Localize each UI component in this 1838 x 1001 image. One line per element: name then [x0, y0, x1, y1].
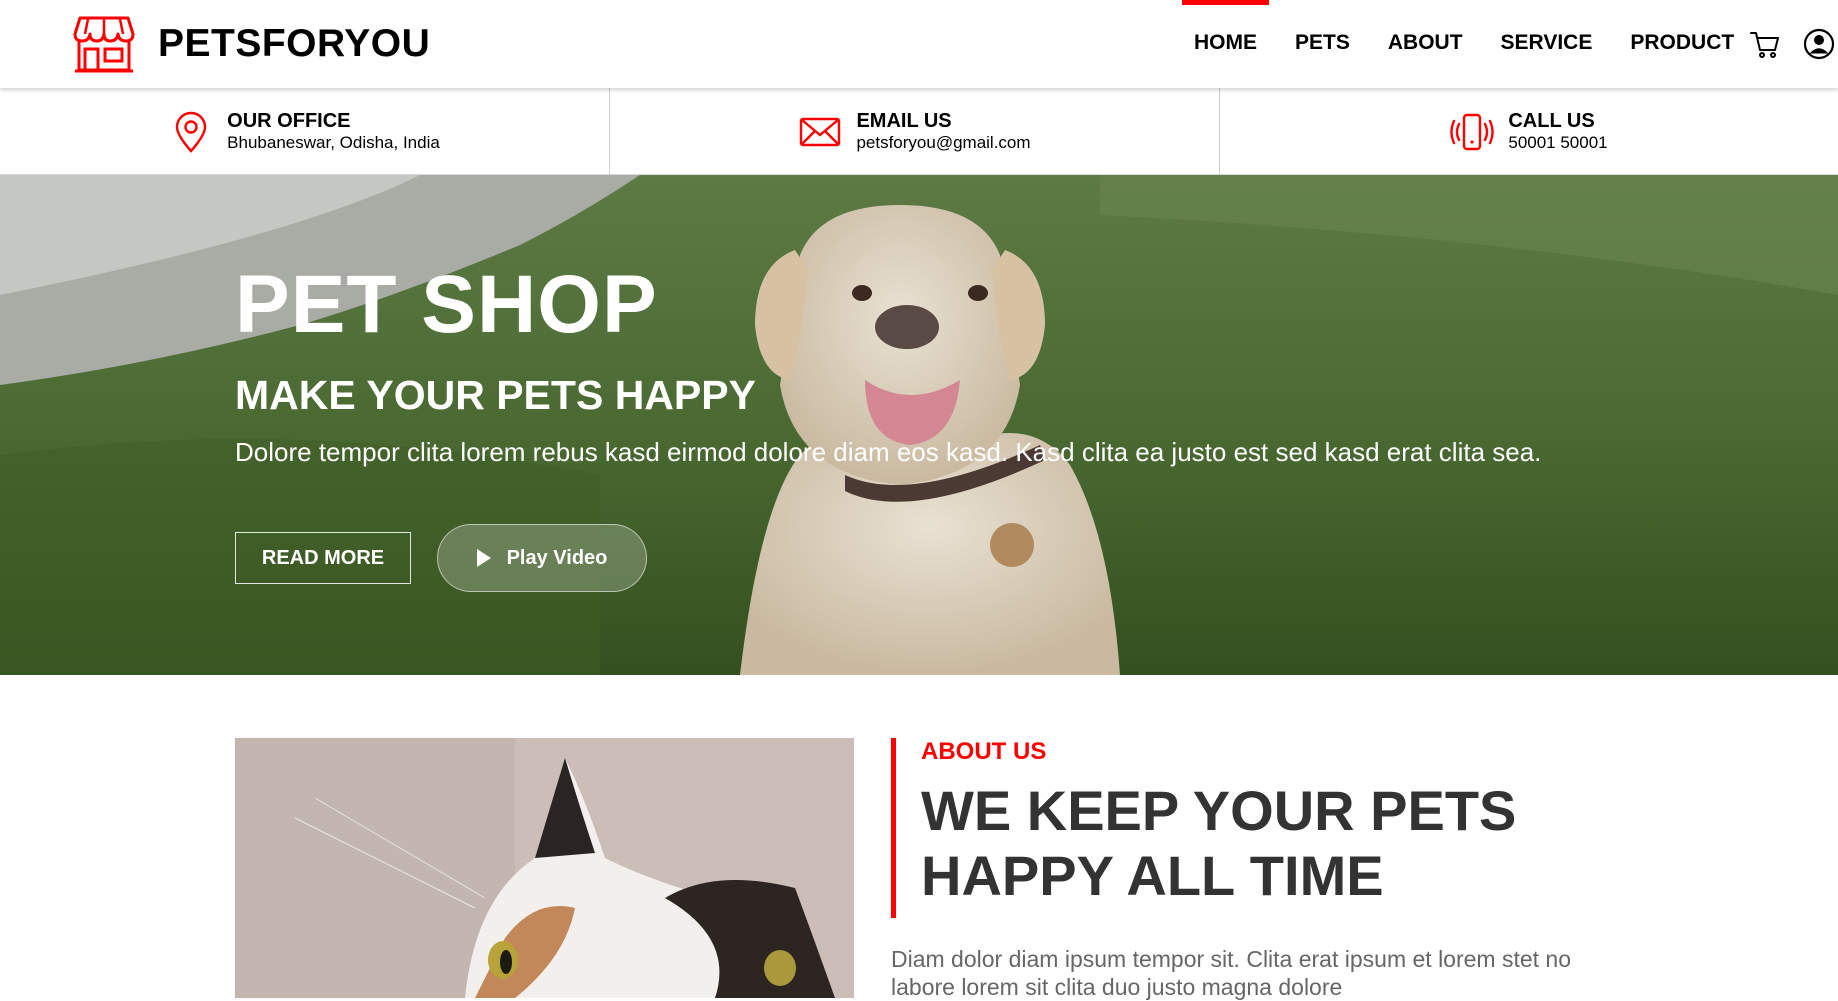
envelope-icon	[800, 117, 841, 146]
phone-ringing-icon	[1450, 113, 1495, 150]
play-icon	[476, 549, 491, 567]
about-heading: WE KEEP YOUR PETS HAPPY ALL TIME	[921, 778, 1621, 908]
info-call-value[interactable]: 50001 50001	[1508, 132, 1607, 154]
nav-product[interactable]: PRODUCT	[1611, 0, 1753, 88]
read-more-button[interactable]: READ MORE	[235, 532, 411, 584]
play-video-button[interactable]: Play Video	[437, 524, 647, 592]
main-nav: HOME PETS ABOUT SERVICE PRODUCT	[1175, 0, 1753, 88]
about-heading-line2: HAPPY ALL TIME	[921, 844, 1384, 907]
nav-home[interactable]: HOME	[1175, 0, 1276, 88]
navbar: PETSFORYOU HOME PETS ABOUT SERVICE PRODU…	[0, 0, 1838, 88]
about-accent-bar	[891, 738, 896, 918]
nav-service[interactable]: SERVICE	[1482, 0, 1612, 88]
nav-pets[interactable]: PETS	[1276, 0, 1369, 88]
cat-photo	[235, 738, 854, 998]
info-call-title: CALL US	[1508, 109, 1595, 132]
brand-link[interactable]: PETSFORYOU	[72, 12, 430, 76]
user-account-icon[interactable]	[1803, 28, 1835, 60]
nav-about[interactable]: ABOUT	[1369, 0, 1482, 88]
storefront-icon	[73, 16, 135, 73]
map-pin-icon	[175, 111, 207, 153]
cart-icon[interactable]	[1749, 28, 1781, 60]
hero-banner: PET SHOP MAKE YOUR PETS HAPPY Dolore tem…	[0, 175, 1838, 675]
hero-content: PET SHOP MAKE YOUR PETS HAPPY Dolore tem…	[235, 260, 1615, 468]
hero-description: Dolore tempor clita lorem rebus kasd eir…	[235, 437, 1542, 467]
play-video-label: Play Video	[506, 546, 608, 569]
brand-name: PETSFORYOU	[158, 22, 431, 65]
hero-subtitle: MAKE YOUR PETS HAPPY	[235, 372, 756, 418]
about-description: Diam dolor diam ipsum tempor sit. Clita …	[891, 946, 1572, 1000]
hero-buttons: READ MORE Play Video	[235, 524, 647, 592]
hero-title: PET SHOP	[235, 259, 658, 350]
about-label: ABOUT US	[921, 738, 1047, 765]
info-email-value[interactable]: petsforyou@gmail.com	[856, 132, 1030, 154]
contact-info-bar: OUR OFFICE Bhubaneswar, Odisha, India EM…	[0, 88, 1838, 175]
info-call: CALL US 50001 50001	[1220, 88, 1838, 175]
info-email: EMAIL US petsforyou@gmail.com	[610, 88, 1220, 175]
info-office-value: Bhubaneswar, Odisha, India	[227, 132, 440, 152]
info-office-title: OUR OFFICE	[227, 109, 351, 132]
info-email-title: EMAIL US	[856, 109, 952, 132]
about-cat-image	[235, 738, 854, 998]
about-heading-line1: WE KEEP YOUR PETS	[921, 779, 1517, 842]
info-office: OUR OFFICE Bhubaneswar, Odisha, India	[0, 88, 610, 175]
